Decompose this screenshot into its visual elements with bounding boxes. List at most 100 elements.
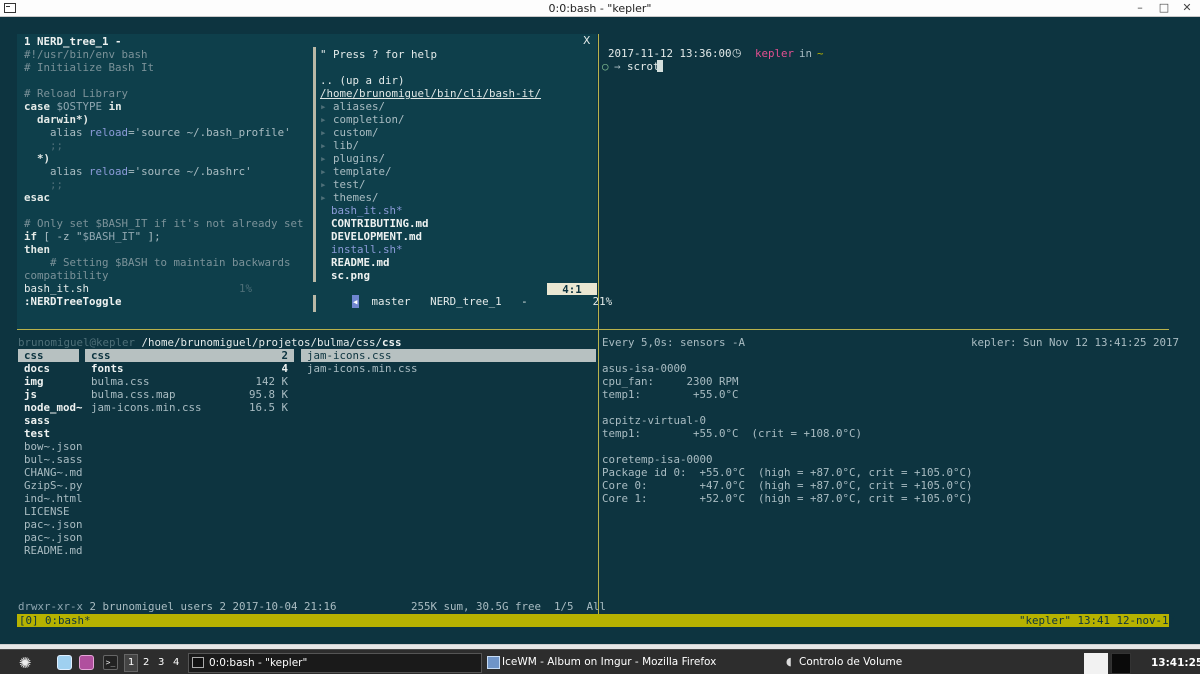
pane-separator-horizontal[interactable] (17, 329, 598, 330)
prompt-command-input[interactable]: scrot (627, 60, 660, 73)
ranger-parent-item[interactable]: node_mod~ (18, 401, 83, 414)
ranger-current-item[interactable]: bulma.css 142 K (85, 375, 294, 388)
text-cursor (657, 60, 663, 72)
vim-status-percent: 1% (239, 282, 253, 295)
nerdtree-root-path[interactable]: /home/brunomiguel/bin/cli/bash-it/ (320, 87, 596, 100)
nerdtree-dir[interactable]: ▸ plugins/ (320, 152, 385, 165)
tray-applet-icon[interactable] (1084, 653, 1108, 674)
ranger-parent-item[interactable]: GzipS~.py (18, 479, 83, 492)
file-name: jam-icons.min.css (91, 401, 202, 414)
nerdtree-file[interactable]: DEVELOPMENT.md (331, 230, 422, 243)
code-line: # Reload Library (24, 87, 129, 100)
nerdtree-file[interactable]: bash_it.sh* (331, 204, 403, 217)
sensor-line: acpitz-virtual-0 (602, 414, 707, 427)
code-line: ;; (24, 139, 64, 152)
vim-pane[interactable]: 1 NERD_tree_1 - X #!/usr/bin/env bash # … (17, 34, 612, 330)
show-desktop-icon[interactable] (57, 655, 72, 670)
workspace-2[interactable]: 2 (143, 657, 149, 668)
ranger-parent-item[interactable]: pac~.json (18, 531, 83, 544)
ranger-parent-item[interactable]: bow~.json (18, 440, 83, 453)
prompt-arrow: → (614, 60, 621, 73)
ranger-parent-item[interactable]: test (18, 427, 50, 440)
workspace-4[interactable]: 4 (173, 657, 179, 668)
nerdtree-help: " Press ? for help (320, 48, 438, 61)
ranger-current-item[interactable]: bulma.css.map 95.8 K (85, 388, 294, 401)
ranger-current-selected[interactable]: css 2 (85, 349, 294, 362)
ranger-parent-selected[interactable]: css (18, 349, 79, 362)
file-size: 16.5 K (248, 401, 288, 414)
nerdtree-dir[interactable]: ▸ custom/ (320, 126, 379, 139)
ranger-parent-item[interactable]: docs (18, 362, 50, 375)
code-line: # Setting $BASH to maintain backwards (24, 256, 291, 269)
nerdtree-dir[interactable]: ▸ template/ (320, 165, 392, 178)
close-button[interactable]: ✕ (1180, 1, 1194, 15)
nerdtree-split-border (313, 47, 316, 312)
file-name: bulma.css (91, 375, 150, 388)
taskbar: ✺ >_ 1 2 3 4 0:0:bash - "kepler" IceWM -… (0, 649, 1200, 674)
nerdtree-dir[interactable]: ▸ test/ (320, 178, 366, 191)
ranger-parent-item[interactable]: img (18, 375, 44, 388)
nerdtree-dir[interactable]: ▸ themes/ (320, 191, 379, 204)
terminal-launcher-icon[interactable]: >_ (103, 655, 118, 670)
task-button-terminal[interactable]: 0:0:bash - "kepler" (188, 653, 482, 673)
sensor-line: asus-isa-0000 (602, 362, 687, 375)
vim-close-tab[interactable]: X (583, 34, 590, 47)
sensors-header-command: Every 5,0s: sensors -A (602, 336, 746, 349)
tmux-window-list[interactable]: [0] 0:bash* (19, 614, 91, 627)
nerdtree-file[interactable]: sc.png (331, 269, 370, 282)
ranger-parent-item[interactable]: sass (18, 414, 50, 427)
nerdtree-dir[interactable]: ▸ lib/ (320, 139, 359, 152)
workspace-3[interactable]: 3 (158, 657, 164, 668)
nerdtree-file[interactable]: CONTRIBUTING.md (331, 217, 429, 230)
ranger-preview-selected[interactable]: jam-icons.css (301, 349, 596, 362)
cpu-monitor-icon[interactable] (1111, 653, 1131, 674)
task-button-volume[interactable]: ◖ Controlo de Volume (782, 653, 1076, 673)
minimize-button[interactable]: – (1133, 1, 1147, 15)
workspace-1[interactable]: 1 (128, 657, 134, 668)
vim-tab-header[interactable]: 1 NERD_tree_1 - (24, 35, 122, 48)
ranger-parent-item[interactable]: pac~.json (18, 518, 83, 531)
nerdtree-dir[interactable]: ▸ aliases/ (320, 100, 385, 113)
vim-command-line[interactable]: :NERDTreeToggle (24, 295, 122, 308)
nerdtree-dir[interactable]: ▸ completion/ (320, 113, 405, 126)
nerdtree-file[interactable]: install.sh* (331, 243, 403, 256)
ranger-statusline: drwxr-xr-x 2 brunomiguel users 2 2017-10… (18, 600, 337, 613)
code-line: ;; (24, 178, 64, 191)
tmux-status-right: "kepler" 13:41 12-nov-17 (1019, 614, 1176, 627)
code-line: case $OSTYPE in (24, 100, 122, 113)
code-line: esac (24, 191, 51, 204)
ranger-preview-item[interactable]: jam-icons.min.css (301, 362, 418, 375)
ranger-current-item[interactable]: jam-icons.min.css 16.5 K (85, 401, 294, 414)
terminal-window[interactable]: 1 NERD_tree_1 - X #!/usr/bin/env bash # … (0, 18, 1200, 644)
file-size: 2 (281, 349, 288, 362)
file-name: bulma.css.map (91, 388, 176, 401)
file-size: 4 (281, 362, 288, 375)
window-title: 0:0:bash - "kepler" (548, 2, 652, 15)
tmux-status-bar: [0] 0:bash* "kepler" 13:41 12-nov-17 (17, 614, 1175, 627)
sensor-line: coretemp-isa-0000 (602, 453, 713, 466)
ranger-parent-item[interactable]: ind~.html (18, 492, 83, 505)
task-button-firefox[interactable]: IceWM - Album on Imgur - Mozilla Firefox (484, 653, 778, 673)
ranger-current-item[interactable]: fonts 4 (85, 362, 294, 375)
window-list-icon[interactable] (79, 655, 94, 670)
nerdtree-updir[interactable]: .. (up a dir) (320, 74, 405, 87)
code-line: #!/usr/bin/env bash (24, 48, 148, 61)
window-title-bar[interactable]: 0:0:bash - "kepler" – □ ✕ (0, 0, 1200, 17)
prompt-status-circle-icon: ○ (602, 60, 609, 73)
nerdtree-cursor-position: 4:1 (547, 283, 597, 296)
ranger-parent-item[interactable]: README.md (18, 544, 83, 557)
pane-separator-horizontal[interactable] (598, 329, 1169, 330)
sensor-line: temp1: +55.0°C (crit = +108.0°C) (602, 427, 863, 440)
ranger-parent-item[interactable]: LICENSE (18, 505, 70, 518)
taskbar-clock[interactable]: 13:41:25 (1151, 657, 1200, 669)
ranger-parent-item[interactable]: CHANG~.md (18, 466, 83, 479)
sensor-line: temp1: +55.0°C (602, 388, 739, 401)
start-menu-icon[interactable]: ✺ (13, 653, 37, 673)
speaker-icon: ◖ (786, 655, 792, 668)
code-line: if [ -z "$BASH_IT" ]; (24, 230, 161, 243)
maximize-button[interactable]: □ (1157, 1, 1171, 15)
nerdtree-file[interactable]: README.md (331, 256, 390, 269)
pane-separator-vertical[interactable] (598, 34, 599, 614)
ranger-parent-item[interactable]: js (18, 388, 37, 401)
ranger-parent-item[interactable]: bul~.sass (18, 453, 83, 466)
